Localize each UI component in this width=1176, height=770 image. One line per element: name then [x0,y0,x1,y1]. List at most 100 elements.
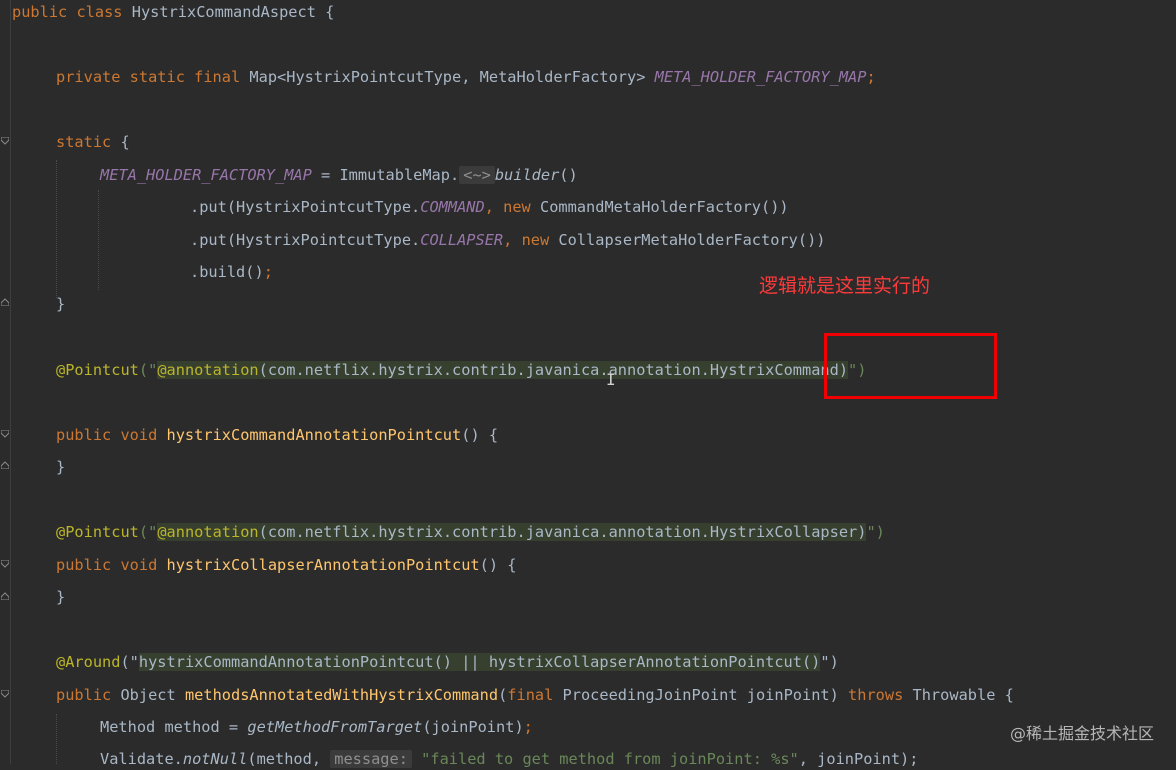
code-text: () { [479,556,517,574]
keyword: public void [56,556,167,574]
method-name: builder [494,166,560,184]
code-text: (joinPoint) [422,718,524,736]
code-text: CommandMetaHolderFactory()) [539,198,789,216]
method-name: methodsAnnotatedWithHystrixCommand [184,686,499,704]
enum-constant: COLLAPSER [420,231,504,249]
code-text: () { [461,426,499,444]
fold-marker-icon[interactable] [1,690,9,698]
indent-guide [56,160,57,298]
code-line-method-command-pointcut[interactable]: public void hystrixCommandAnnotationPoin… [56,424,498,446]
highlight-box [824,333,997,399]
code-text: Method method = [100,718,248,736]
string-quote: (" [138,361,158,379]
injected-expression: @annotation(com.netflix.hystrix.contrib.… [157,523,867,541]
code-line-get-method[interactable]: Method method = getMethodFromTarget(join… [100,716,533,738]
code-line-class-decl[interactable]: public class HystrixCommandAspect { [12,1,334,23]
fold-marker-icon[interactable] [1,592,9,600]
keyword: throws [848,686,913,704]
string-quote: (" [120,653,139,671]
code-text: () [559,166,578,184]
string-quote: ") [820,653,839,671]
type: Map<HystrixPointcutType, MetaHolderFacto… [249,68,655,86]
type: Object [120,686,185,704]
code-line-close-brace[interactable]: } [56,293,65,315]
brace: } [56,588,66,606]
watermark: @稀土掘金技术社区 [1009,724,1154,743]
string-quote: (" [138,523,158,541]
code-text: ( [498,686,508,704]
enum-constant: COMMAND [420,198,485,216]
semicolon: ; [523,718,533,736]
keyword: static [56,133,112,151]
keyword: public class [12,3,132,21]
method-name: hystrixCommandAnnotationPointcut [166,426,462,444]
code-line-pointcut-collapser[interactable]: @Pointcut("@annotation(com.netflix.hystr… [56,521,885,543]
method-name: hystrixCollapserAnnotationPointcut [166,556,480,574]
exception-type: Throwable { [912,686,1014,704]
annotation-keyword: @annotation [157,361,259,379]
code-line-around[interactable]: @Around("hystrixCommandAnnotationPointcu… [56,651,839,673]
fold-marker-icon[interactable] [1,298,9,306]
string-literal: "failed to get method from joinPoint: %s… [411,750,799,768]
annotation: @Around [56,653,121,671]
semicolon: ; [263,263,273,281]
code-line-validate[interactable]: Validate.notNull(method, message: "faile… [100,748,918,770]
fold-marker-icon[interactable] [1,560,9,568]
code-text: .build() [190,263,264,281]
parameter-hint: message: [330,750,412,768]
code-text: , joinPoint); [798,750,919,768]
injected-expression: hystrixCommandAnnotationPointcut() || hy… [138,653,821,671]
code-line-static-block[interactable]: static { [56,131,130,153]
diamond-hint: <~> [459,166,495,184]
string-quote: ") [866,523,885,541]
class-name: HystrixCommandAspect { [131,3,335,21]
keyword: new [521,231,559,249]
keyword: private static final [56,68,250,86]
code-line-close-brace[interactable]: } [56,456,65,478]
fold-marker-icon[interactable] [1,461,9,469]
annotation-target: (com.netflix.hystrix.contrib.javanica.an… [258,361,849,379]
code-line-pointcut-command[interactable]: @Pointcut("@annotation(com.netflix.hystr… [56,359,866,381]
field-name: META_HOLDER_FACTORY_MAP [654,68,867,86]
injected-expression: @annotation(com.netflix.hystrix.contrib.… [157,361,849,379]
fold-marker-icon[interactable] [1,137,9,145]
code-line-put-collapser[interactable]: .put(HystrixPointcutType.COLLAPSER, new … [190,229,825,251]
code-line-build[interactable]: .build(); [190,261,273,283]
method-name: notNull [182,750,248,768]
keyword: public void [56,426,167,444]
code-line-put-command[interactable]: .put(HystrixPointcutType.COMMAND, new Co… [190,196,789,218]
code-line-around-method[interactable]: public Object methodsAnnotatedWithHystri… [56,684,1014,706]
code-line-map-builder[interactable]: META_HOLDER_FACTORY_MAP = ImmutableMap. <… [100,164,578,186]
code-text: (method, [247,750,331,768]
parameter: ProceedingJoinPoint joinPoint) [562,686,849,704]
annotation: @Pointcut [56,361,139,379]
comma: , [484,198,504,216]
keyword: new [503,198,540,216]
brace: } [56,295,66,313]
annotation-keyword: @annotation [157,523,259,541]
indent-guide [98,190,99,290]
code-line-method-collapser-pointcut[interactable]: public void hystrixCollapserAnnotationPo… [56,554,516,576]
brace: } [56,458,66,476]
code-text: .put(HystrixPointcutType. [190,231,421,249]
brace: { [111,133,130,151]
indent-guide [56,714,57,764]
method-name: getMethodFromTarget [247,718,423,736]
code-text: .put(HystrixPointcutType. [190,198,421,216]
comma: , [503,231,522,249]
code-text: Validate. [100,750,183,768]
editor-gutter [0,0,11,764]
code-text: = ImmutableMap. [311,166,460,184]
keyword: final [507,686,563,704]
code-line-close-brace[interactable]: } [56,586,65,608]
code-text: CollapserMetaHolderFactory()) [558,231,826,249]
annotation-note: 逻辑就是这里实行的 [759,275,931,297]
text-cursor-icon: I [606,370,616,389]
annotation-target: (com.netflix.hystrix.contrib.javanica.an… [258,523,867,541]
field-name: META_HOLDER_FACTORY_MAP [100,166,312,184]
code-line-field-decl[interactable]: private static final Map<HystrixPointcut… [56,66,876,88]
fold-marker-icon[interactable] [1,430,9,438]
semicolon: ; [866,68,876,86]
keyword: public [56,686,121,704]
annotation: @Pointcut [56,523,139,541]
